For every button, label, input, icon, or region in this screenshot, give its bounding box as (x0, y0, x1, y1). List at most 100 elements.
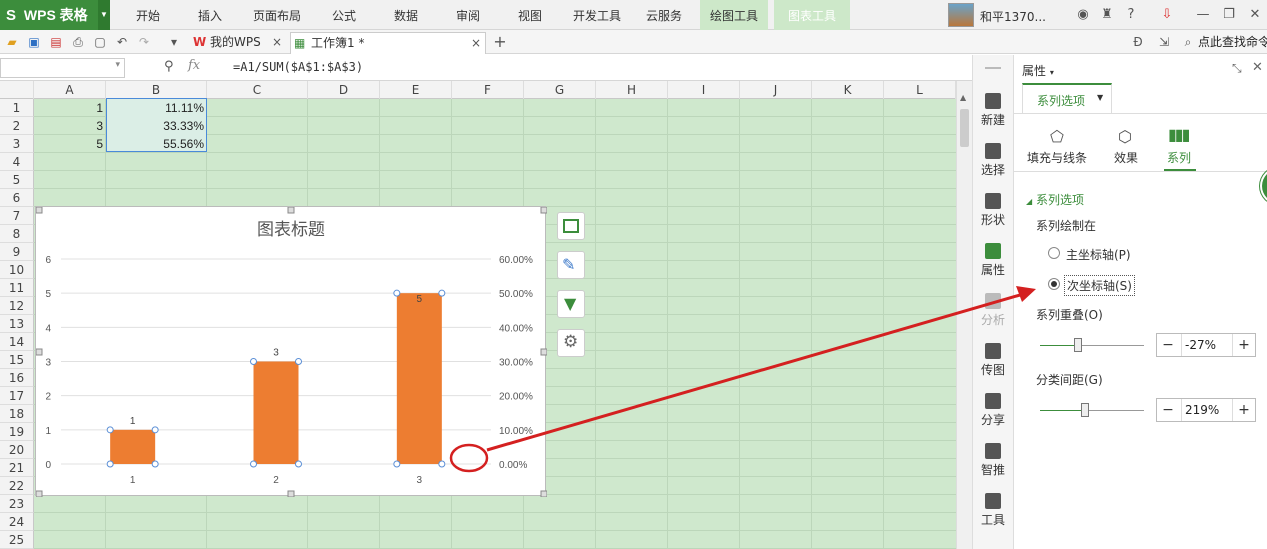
float-assistant-button[interactable] (1260, 167, 1267, 205)
cell-a1[interactable]: 1 (34, 99, 106, 117)
secondary-axis-radio[interactable] (1048, 278, 1060, 290)
section-series-options[interactable]: ◢ 系列选项 (1026, 191, 1084, 208)
save-icon[interactable]: ▣ (26, 34, 42, 50)
open-icon[interactable]: ▰ (4, 34, 20, 50)
primary-axis-radio[interactable] (1048, 247, 1060, 259)
rail-item-new[interactable]: 新建 (973, 93, 1013, 128)
row-header[interactable]: 11 (0, 279, 34, 297)
row-header[interactable]: 20 (0, 441, 34, 459)
rail-item-tools[interactable]: 工具 (973, 493, 1013, 528)
row-header[interactable]: 16 (0, 369, 34, 387)
cell-a2[interactable]: 3 (34, 117, 106, 135)
column-header[interactable]: K (812, 81, 884, 99)
plus-icon[interactable]: + (1233, 399, 1255, 421)
bar[interactable] (110, 429, 156, 464)
format-icon[interactable]: Ð (1130, 34, 1146, 50)
column-header[interactable]: J (740, 81, 812, 99)
restore-icon[interactable]: ❐ (1220, 6, 1238, 24)
cell-b2[interactable]: 33.33% (106, 117, 207, 135)
tab-effects[interactable]: ⬡ 效果 (1112, 123, 1142, 169)
command-search[interactable]: 点此查找命令 (1198, 33, 1267, 51)
user-account[interactable]: 和平1370... (946, 0, 1071, 30)
menu-review[interactable]: 审阅 (442, 0, 494, 30)
overlap-value[interactable]: -27% (1181, 334, 1233, 356)
chart-elements-button[interactable] (557, 212, 585, 240)
row-header[interactable]: 21 (0, 459, 34, 477)
overlap-stepper[interactable]: − -27% + (1156, 333, 1256, 357)
rail-item-upload-image[interactable]: 传图 (973, 343, 1013, 378)
row-header[interactable]: 8 (0, 225, 34, 243)
rail-item-shape[interactable]: 形状 (973, 193, 1013, 228)
menu-chart-tools[interactable]: 图表工具 (774, 0, 850, 30)
secondary-axis-label[interactable]: 次坐标轴(S) (1064, 275, 1135, 296)
menu-drawing-tools[interactable]: 绘图工具 (700, 0, 768, 30)
row-header[interactable]: 10 (0, 261, 34, 279)
close-panel-icon[interactable]: ✕ (1252, 60, 1263, 75)
rail-item-recommend[interactable]: 智推 (973, 443, 1013, 478)
row-header[interactable]: 9 (0, 243, 34, 261)
chart-style-button[interactable]: ✎ (557, 251, 585, 279)
rail-item-properties[interactable]: 属性 (973, 243, 1013, 278)
rail-item-analyze[interactable]: 分析 (973, 293, 1013, 328)
chart-title[interactable]: 图表标题 (257, 220, 325, 240)
redo-icon[interactable]: ↷ (136, 34, 152, 50)
minus-icon[interactable]: − (1157, 334, 1179, 356)
row-header[interactable]: 14 (0, 333, 34, 351)
plus-icon[interactable]: + (1233, 334, 1255, 356)
row-header[interactable]: 15 (0, 351, 34, 369)
app-menu-button[interactable]: S WPS 表格 ▼ (0, 0, 110, 30)
row-header[interactable]: 22 (0, 477, 34, 495)
menu-formula[interactable]: 公式 (318, 0, 370, 30)
menu-developer[interactable]: 开发工具 (566, 0, 628, 30)
row-header[interactable]: 18 (0, 405, 34, 423)
row-header[interactable]: 3 (0, 135, 34, 153)
tab-workbook[interactable]: ▦ 工作簿1 * × (290, 32, 486, 54)
cell-b3[interactable]: 55.56% (106, 135, 207, 153)
close-tab-icon[interactable]: × (272, 32, 282, 52)
pdf-icon[interactable]: ▤ (48, 34, 64, 50)
chevron-down-icon[interactable]: ▼ (98, 0, 110, 30)
vertical-scrollbar[interactable]: ▲ (956, 81, 972, 549)
customize-icon[interactable]: ▾ (166, 34, 182, 50)
column-header[interactable]: B (106, 81, 207, 99)
column-header[interactable]: G (524, 81, 596, 99)
chevron-down-icon[interactable]: ▾ (115, 60, 120, 70)
tab-fill-line[interactable]: ⬠ 填充与线条 (1026, 123, 1092, 169)
row-header[interactable]: 23 (0, 495, 34, 513)
shirt-icon[interactable]: ♜ (1098, 6, 1116, 24)
chart-area[interactable]: 图表标题 0 1 2 3 4 5 6 0.00% 10.00% 20.00% 30.00% 40.00%… (35, 206, 547, 497)
scroll-up-icon[interactable]: ▲ (960, 93, 966, 102)
new-tab-icon[interactable]: + (492, 34, 508, 50)
menu-home[interactable]: 开始 (122, 0, 174, 30)
cell-b1[interactable]: 11.11% (106, 99, 207, 117)
primary-axis-label[interactable]: 主坐标轴(P) (1066, 246, 1131, 263)
gap-width-value[interactable]: 219% (1181, 399, 1233, 421)
print-icon[interactable]: ⎙ (70, 34, 86, 50)
formula-input[interactable]: =A1/SUM($A$1:$A$3) (233, 60, 363, 74)
row-header[interactable]: 7 (0, 207, 34, 225)
gap-width-slider[interactable] (1040, 410, 1144, 411)
column-header[interactable]: E (380, 81, 452, 99)
menu-data[interactable]: 数据 (380, 0, 432, 30)
panel-title[interactable]: 属性 ▾ (1022, 62, 1054, 79)
undo-icon[interactable]: ↶ (114, 34, 130, 50)
menu-page-layout[interactable]: 页面布局 (246, 0, 308, 30)
column-header[interactable]: D (308, 81, 380, 99)
rail-item-select[interactable]: 选择 (973, 143, 1013, 178)
column-header[interactable]: I (668, 81, 740, 99)
row-header[interactable]: 19 (0, 423, 34, 441)
skin-icon[interactable]: ◉ (1074, 6, 1092, 24)
rail-item-share[interactable]: 分享 (973, 393, 1013, 428)
name-box[interactable]: ▾ (0, 58, 125, 78)
help-icon[interactable]: ? (1122, 6, 1140, 24)
preview-icon[interactable]: ▢ (92, 34, 108, 50)
minus-icon[interactable]: − (1157, 399, 1179, 421)
column-header[interactable]: F (452, 81, 524, 99)
column-header[interactable]: L (884, 81, 956, 99)
zoom-icon[interactable]: ⚲ (164, 59, 174, 74)
menu-insert[interactable]: 插入 (184, 0, 236, 30)
close-icon[interactable]: ✕ (1246, 6, 1264, 24)
row-header[interactable]: 24 (0, 513, 34, 531)
row-header[interactable]: 25 (0, 531, 34, 549)
gap-width-stepper[interactable]: − 219% + (1156, 398, 1256, 422)
